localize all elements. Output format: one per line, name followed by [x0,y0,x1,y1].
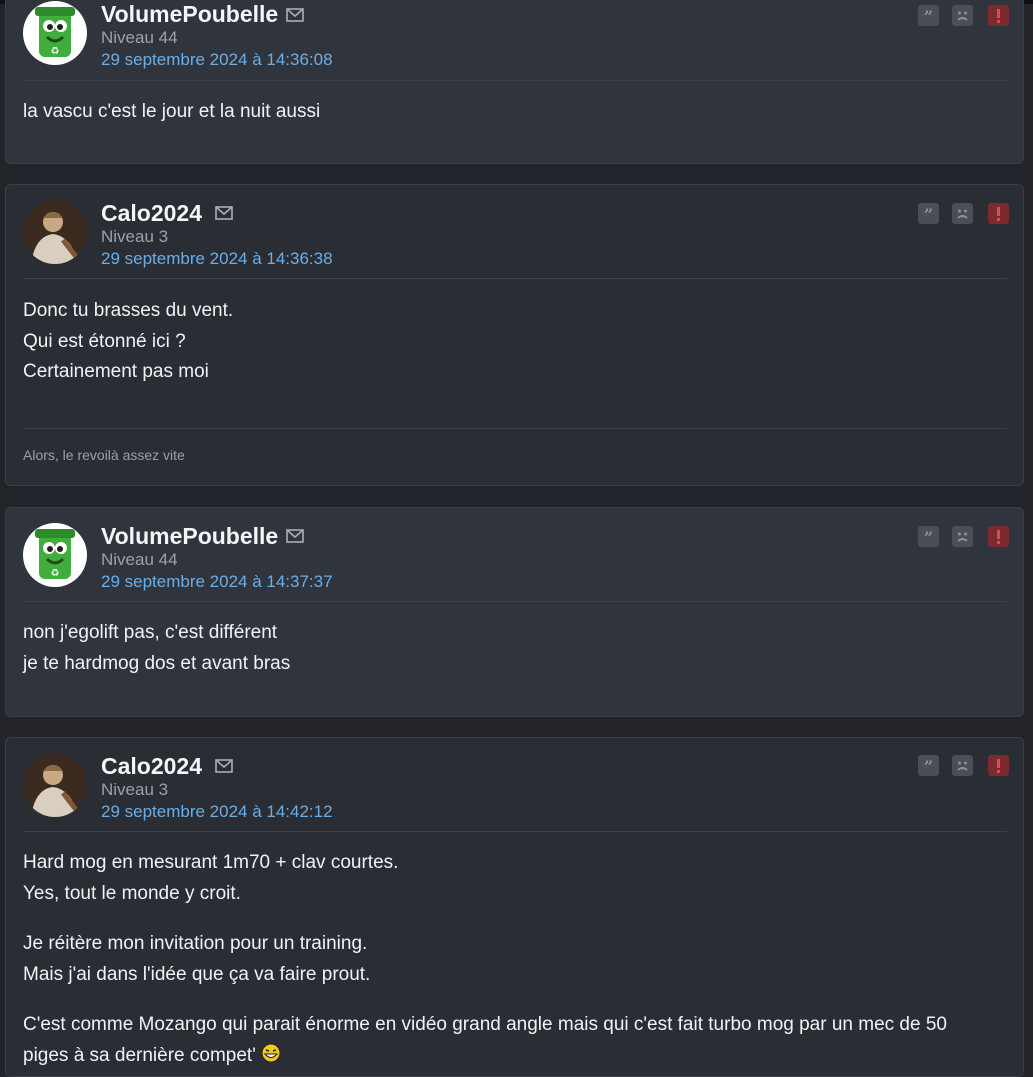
report-button[interactable] [988,5,1009,26]
post-line: Mais j'ai dans l'idée que ça va faire pr… [23,963,371,985]
avatar[interactable] [23,200,87,264]
trash-bin-avatar-icon: ♻ [23,1,87,65]
post-body: Donc tu brasses du vent. Qui est étonné … [23,296,1007,388]
author-name[interactable]: Calo2024 [101,200,202,227]
forum-post: Calo2024 Niveau 3 29 septembre 2024 à 14… [5,184,1024,486]
mail-icon[interactable] [215,206,233,220]
post-line: Donc tu brasses du vent. [23,300,234,321]
post-line: je te hardmog dos et avant bras [23,652,291,674]
sad-face-icon [957,209,968,219]
user-level: Niveau 44 [101,550,178,569]
forum-post: Calo2024 Niveau 3 29 septembre 2024 à 14… [5,737,1024,1077]
post-date[interactable]: 29 septembre 2024 à 14:42:12 [101,802,333,822]
quote-button[interactable]: ” [918,526,939,547]
post-line: piges à sa dernière compet' [23,1041,1007,1072]
post-line: C'est comme Mozango qui parait énorme en… [23,1014,947,1035]
post-line-text: piges à sa dernière compet' [23,1044,262,1066]
post-separator [23,831,1007,832]
post-body: Hard mog en mesurant 1m70 + clav courtes… [23,848,1007,1071]
quote-button[interactable]: ” [918,203,939,224]
quote-icon: ” [924,757,933,776]
user-level: Niveau 3 [101,227,169,246]
quote-icon: ” [924,7,933,26]
author-name[interactable]: VolumePoubelle [101,1,278,28]
user-level: Niveau 44 [101,28,178,47]
alert-icon [997,207,1000,221]
report-button[interactable] [988,755,1009,776]
quote-icon: ” [924,528,933,547]
post-line: Hard mog en mesurant 1m70 + clav courtes… [23,852,399,873]
portrait-avatar-icon [23,753,87,817]
alert-icon [997,9,1000,23]
trash-bin-avatar-icon: ♻ [23,523,87,587]
post-line: Certainement pas moi [23,361,209,382]
mail-icon[interactable] [286,8,304,22]
forum-post: ♻ VolumePoubelle Niveau 44 29 septembre … [5,0,1024,164]
avatar[interactable]: ♻ [23,1,87,65]
user-level: Niveau 3 [101,780,169,799]
post-date[interactable]: 29 septembre 2024 à 14:36:38 [101,249,333,269]
mail-icon[interactable] [215,759,233,773]
sad-face-icon [957,11,968,21]
post-separator [23,601,1007,602]
portrait-avatar-icon [23,200,87,264]
sad-face-icon [957,532,968,542]
post-line: Yes, tout le monde y croit. [23,882,241,904]
laughing-emoji-icon [261,1043,281,1062]
sad-button[interactable] [952,203,973,224]
svg-text:”: ” [924,205,933,224]
svg-text:♻: ♻ [51,568,60,579]
sad-button[interactable] [952,526,973,547]
report-button[interactable] [988,526,1009,547]
sad-face-icon [957,761,968,771]
svg-text:”: ” [924,7,933,26]
author-name[interactable]: VolumePoubelle [101,523,278,550]
post-separator [23,278,1007,279]
post-line: Qui est étonné ici ? [23,330,186,352]
quote-icon: ” [924,205,933,224]
svg-text:”: ” [924,528,933,547]
post-line: Je réitère mon invitation pour un traini… [23,933,368,954]
report-button[interactable] [988,203,1009,224]
post-date[interactable]: 29 septembre 2024 à 14:36:08 [101,50,333,70]
quote-button[interactable]: ” [918,755,939,776]
author-name[interactable]: Calo2024 [101,753,202,780]
svg-text:”: ” [924,757,933,776]
alert-icon [997,530,1000,544]
sad-button[interactable] [952,755,973,776]
user-signature: Alors, le revoilà assez vite [23,447,185,463]
quote-button[interactable]: ” [918,5,939,26]
post-line: la vascu c'est le jour et la nuit aussi [23,101,321,122]
svg-text:♻: ♻ [51,46,60,57]
post-line: non j'egolift pas, c'est différent [23,622,278,643]
mail-icon[interactable] [286,529,304,543]
post-body: non j'egolift pas, c'est différent je te… [23,618,1007,679]
post-date[interactable]: 29 septembre 2024 à 14:37:37 [101,572,333,592]
alert-icon [997,759,1000,773]
signature-separator [23,428,1007,429]
post-separator [23,80,1007,81]
sad-button[interactable] [952,5,973,26]
avatar[interactable]: ♻ [23,523,87,587]
post-body: la vascu c'est le jour et la nuit aussi [23,97,1007,128]
forum-post: ♻ VolumePoubelle Niveau 44 29 septembre … [5,507,1024,717]
avatar[interactable] [23,753,87,817]
